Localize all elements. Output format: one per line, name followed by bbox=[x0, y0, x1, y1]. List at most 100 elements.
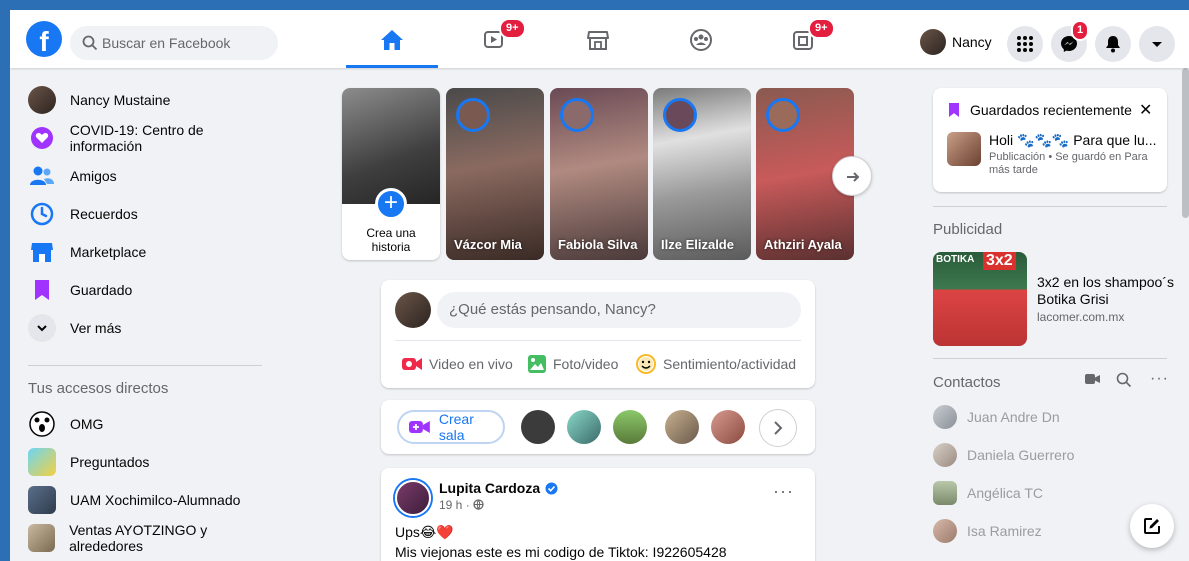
story-name: Vázcor Mia bbox=[454, 237, 522, 252]
room-avatar[interactable] bbox=[567, 410, 601, 444]
menu-button[interactable] bbox=[1007, 26, 1043, 62]
marketplace-store-icon bbox=[587, 31, 609, 50]
shortcuts-heading: Tus accesos directos bbox=[28, 380, 169, 397]
tab-home[interactable] bbox=[346, 10, 438, 68]
scrollbar[interactable] bbox=[1182, 68, 1189, 218]
new-room-button[interactable] bbox=[1085, 372, 1101, 392]
saved-item-thumbnail[interactable] bbox=[947, 132, 981, 166]
video-camera-icon bbox=[1085, 374, 1100, 384]
contact-avatar bbox=[933, 405, 957, 429]
post-text-line: Ups😂❤️ bbox=[395, 524, 454, 540]
ad-title[interactable]: 3x2 en los shampoo´s Botika Grisi bbox=[1037, 274, 1177, 308]
new-message-button[interactable] bbox=[1130, 504, 1174, 548]
contact-item[interactable]: Isa Ramirez bbox=[933, 516, 1042, 546]
ventas-group-icon bbox=[28, 524, 56, 552]
stories-next-button[interactable] bbox=[832, 156, 872, 196]
account-menu-button[interactable] bbox=[1139, 26, 1175, 62]
ad-brand: BOTIKA bbox=[936, 254, 975, 265]
search-placeholder: Buscar en Facebook bbox=[102, 35, 231, 51]
tab-groups[interactable] bbox=[655, 10, 747, 68]
post-options-button[interactable]: ··· bbox=[773, 482, 794, 500]
search-input[interactable]: Buscar en Facebook bbox=[70, 26, 278, 60]
facebook-logo-icon[interactable]: f bbox=[26, 21, 62, 57]
memories-clock-icon bbox=[28, 200, 56, 228]
story-name: Fabiola Silva bbox=[558, 237, 638, 252]
notifications-button[interactable] bbox=[1095, 26, 1131, 62]
shortcut-preguntados[interactable]: Preguntados bbox=[18, 444, 278, 480]
create-story-label: Crea una historia bbox=[366, 226, 416, 254]
room-avatar[interactable] bbox=[521, 410, 555, 444]
close-icon[interactable]: ✕ bbox=[1139, 100, 1152, 120]
right-divider bbox=[933, 358, 1167, 359]
shortcut-label: Ventas AYOTZINGO y alrededores bbox=[69, 522, 208, 554]
rooms-next-button[interactable] bbox=[759, 409, 797, 447]
room-avatar[interactable] bbox=[665, 410, 699, 444]
tab-watch[interactable]: 9+ bbox=[449, 10, 541, 68]
room-avatar[interactable] bbox=[613, 410, 647, 444]
action-label: Foto/video bbox=[553, 356, 619, 372]
sidebar-item-saved[interactable]: Guardado bbox=[18, 272, 278, 308]
story-avatar bbox=[456, 98, 490, 132]
messenger-button[interactable]: 1 bbox=[1051, 20, 1090, 62]
covid-heart-icon bbox=[28, 124, 56, 152]
story-card[interactable]: Ilze Elizalde bbox=[653, 88, 751, 260]
sidebar-item-friends[interactable]: Amigos bbox=[18, 158, 278, 194]
live-video-button[interactable]: Video en vivo bbox=[401, 350, 513, 378]
post-author[interactable]: Lupita Cardoza bbox=[439, 480, 558, 496]
shortcut-omg[interactable]: OMG bbox=[18, 406, 278, 442]
uam-group-icon bbox=[28, 486, 56, 514]
sidebar-divider bbox=[28, 365, 262, 366]
contact-search-button[interactable] bbox=[1116, 372, 1132, 392]
story-avatar bbox=[766, 98, 800, 132]
ad-image[interactable]: BOTIKA 3x2 bbox=[933, 252, 1027, 346]
sidebar-item-label: Amigos bbox=[70, 168, 117, 184]
top-navigation-bar: f Buscar en Facebook 9+ 9+ Nancy 1 bbox=[10, 10, 1189, 68]
post-composer: ¿Qué estás pensando, Nancy? Video en viv… bbox=[381, 280, 815, 388]
create-room-label: Crear sala bbox=[438, 411, 474, 443]
post-time[interactable]: 19 h · bbox=[439, 498, 470, 512]
search-icon bbox=[1116, 372, 1132, 388]
contacts-options-button[interactable]: ··· bbox=[1150, 370, 1169, 390]
video-camera-icon bbox=[409, 421, 430, 433]
story-card[interactable]: Fabiola Silva bbox=[550, 88, 648, 260]
story-name: Ilze Elizalde bbox=[661, 237, 734, 252]
create-room-button[interactable]: Crear sala bbox=[397, 410, 505, 444]
rooms-bar: Crear sala bbox=[381, 400, 815, 454]
sidebar-item-marketplace[interactable]: Marketplace bbox=[18, 234, 278, 270]
right-divider bbox=[933, 206, 1167, 207]
sidebar-item-see-more[interactable]: Ver más bbox=[18, 310, 278, 346]
omg-face-icon bbox=[28, 410, 56, 438]
shortcut-label: Preguntados bbox=[70, 454, 150, 470]
contact-item[interactable]: Juan Andre Dn bbox=[933, 402, 1060, 432]
messenger-badge: 1 bbox=[1071, 20, 1090, 41]
caret-down-icon bbox=[1152, 42, 1162, 47]
search-icon bbox=[82, 35, 98, 51]
profile-chip[interactable]: Nancy bbox=[920, 26, 992, 58]
post-author-avatar[interactable] bbox=[395, 480, 431, 516]
contact-item[interactable]: Daniela Guerrero bbox=[933, 440, 1074, 470]
sidebar-item-profile[interactable]: Nancy Mustaine bbox=[18, 82, 278, 118]
room-avatar[interactable] bbox=[711, 410, 745, 444]
tab-marketplace[interactable] bbox=[552, 10, 644, 68]
sidebar-item-covid[interactable]: COVID-19: Centro de información bbox=[18, 120, 278, 156]
shortcut-uam[interactable]: UAM Xochimilco-Alumnado bbox=[18, 482, 278, 518]
story-avatar bbox=[663, 98, 697, 132]
sponsored-heading: Publicidad bbox=[933, 221, 1003, 238]
compose-edit-icon bbox=[1144, 518, 1160, 534]
sidebar-item-label: Guardado bbox=[70, 282, 133, 298]
friends-icon bbox=[28, 162, 56, 190]
marketplace-icon bbox=[28, 238, 56, 266]
story-name: Athziri Ayala bbox=[764, 237, 842, 252]
create-story-card[interactable]: + Crea una historia bbox=[342, 88, 440, 260]
contacts-heading: Contactos bbox=[933, 374, 1001, 391]
feeling-activity-button[interactable]: Sentimiento/actividad bbox=[635, 350, 796, 378]
saved-item-title[interactable]: Holi 🐾🐾🐾 Para que lu... bbox=[989, 132, 1156, 149]
sidebar-item-label: Ver más bbox=[70, 320, 122, 336]
composer-input[interactable]: ¿Qué estás pensando, Nancy? bbox=[437, 292, 801, 328]
shortcut-ventas[interactable]: Ventas AYOTZINGO y alrededores bbox=[18, 520, 278, 556]
story-card[interactable]: Vázcor Mia bbox=[446, 88, 544, 260]
contact-item[interactable]: Angélica TC bbox=[933, 478, 1043, 508]
tab-gaming[interactable]: 9+ bbox=[758, 10, 850, 68]
photo-video-button[interactable]: Foto/video bbox=[527, 350, 618, 378]
sidebar-item-memories[interactable]: Recuerdos bbox=[18, 196, 278, 232]
